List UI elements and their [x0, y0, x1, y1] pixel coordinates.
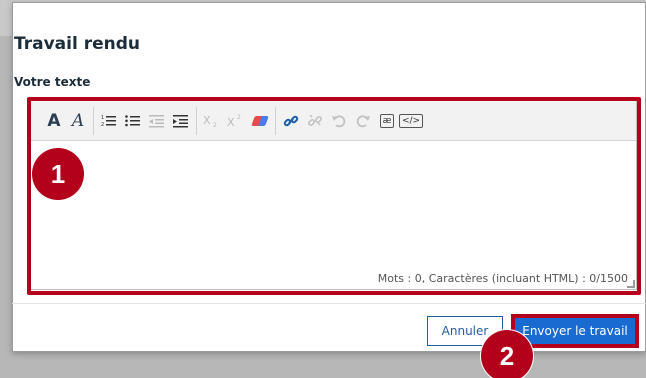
callout-highlight-editor: [27, 97, 641, 295]
dialog-footer-divider: [12, 303, 646, 304]
callout-badge-1: 1: [32, 148, 84, 200]
dialog-title: Travail rendu: [14, 34, 140, 54]
submit-work-button[interactable]: Envoyer le travail: [511, 314, 639, 348]
callout-badge-2: 2: [481, 330, 533, 378]
text-field-label: Votre texte: [14, 75, 91, 89]
